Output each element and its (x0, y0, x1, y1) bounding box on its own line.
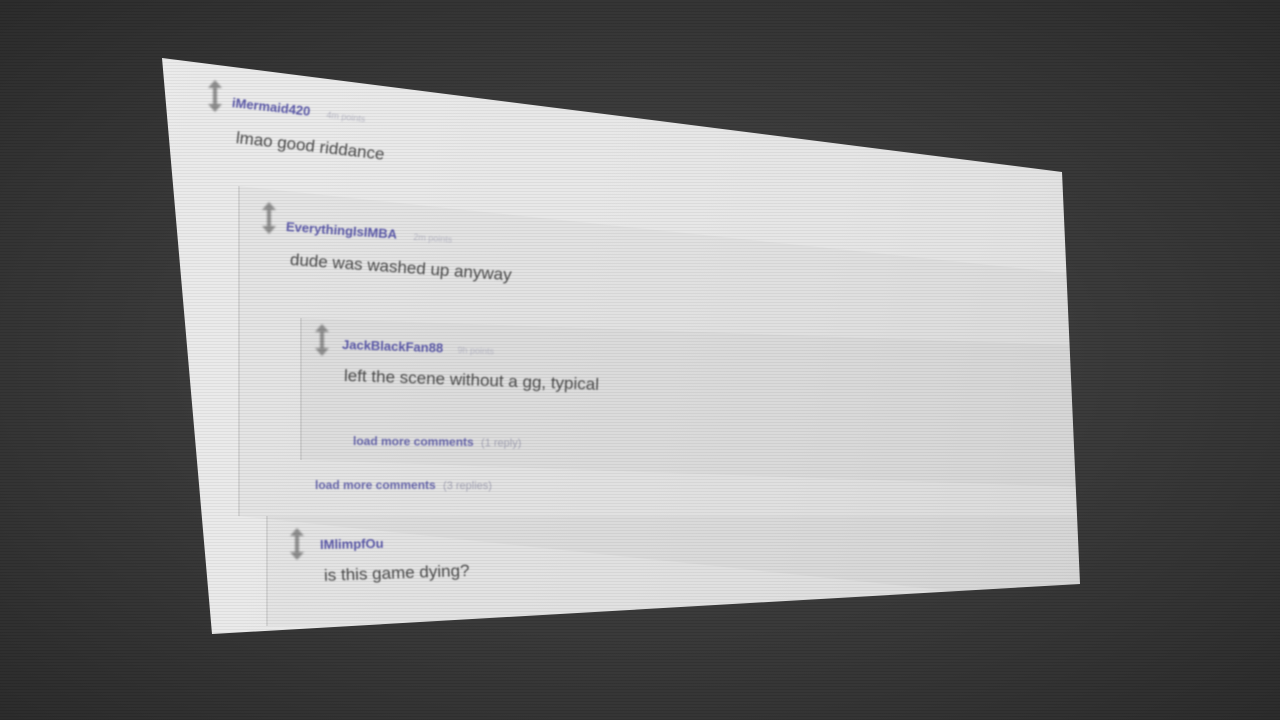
comment-username[interactable]: IMlimpfOu (320, 536, 384, 552)
vote-arrows-icon[interactable] (313, 322, 331, 358)
comment-timestamp: 2m points (412, 231, 453, 245)
comment-timestamp: 4m points (325, 109, 366, 125)
vote-arrows-icon[interactable] (206, 78, 224, 114)
comment-header: IMlimpfOu (320, 535, 384, 554)
comment-thread-page: iMermaid420 4m points lmao good riddance… (162, 58, 1080, 634)
screen-background: iMermaid420 4m points lmao good riddance… (0, 0, 1280, 720)
load-more-comments-link[interactable]: load more comments (3 replies) (315, 478, 492, 492)
load-more-comments-link[interactable]: load more comments (1 reply) (353, 434, 522, 449)
load-more-count: (1 reply) (480, 437, 522, 450)
comment-timestamp: 9h points (457, 345, 495, 357)
comment-body: lmao good riddance (234, 128, 386, 164)
load-more-label[interactable]: load more comments (353, 434, 474, 449)
comment-username[interactable]: iMermaid420 (231, 95, 311, 119)
load-more-count: (3 replies) (443, 480, 492, 492)
vote-arrows-icon[interactable] (288, 526, 306, 562)
comment-header: iMermaid420 4m points (231, 94, 366, 127)
vote-arrows-icon[interactable] (260, 200, 278, 236)
load-more-label[interactable]: load more comments (315, 478, 436, 492)
comment-username[interactable]: JackBlackFan88 (342, 337, 444, 356)
